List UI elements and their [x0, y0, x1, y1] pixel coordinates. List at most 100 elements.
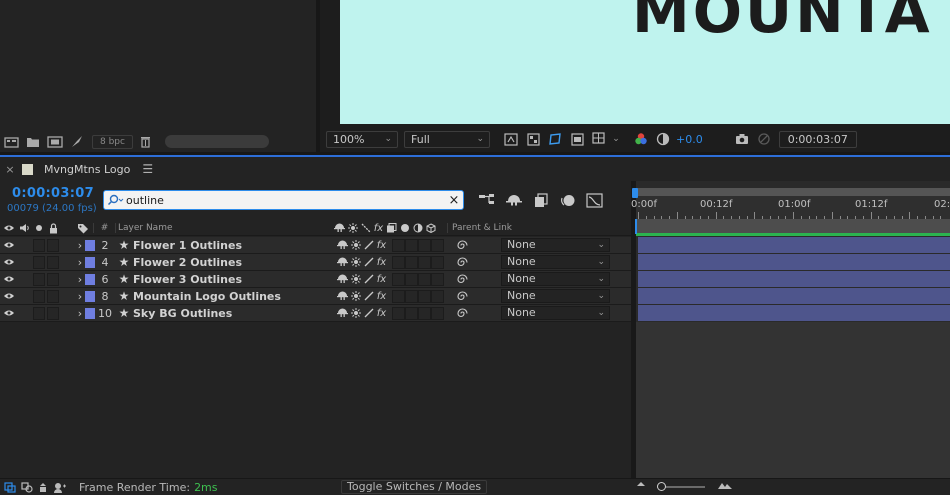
lock-toggle[interactable]: [47, 272, 59, 286]
layer-name[interactable]: Flower 2 Outlines: [133, 256, 336, 269]
parent-dropdown[interactable]: None ⌄: [501, 238, 610, 252]
shy-switch-icon[interactable]: [336, 308, 349, 318]
quality-icon[interactable]: [359, 223, 372, 233]
solo-toggle[interactable]: [32, 289, 45, 303]
shy-switch-icon[interactable]: [336, 274, 349, 284]
collapse-sun-icon[interactable]: [349, 257, 362, 267]
motion-blur-toggle[interactable]: [405, 289, 418, 303]
new-composition-icon[interactable]: [46, 134, 64, 150]
channels-icon[interactable]: [630, 130, 652, 148]
shy-switch-icon[interactable]: [333, 223, 346, 233]
composition-canvas[interactable]: MOUNTA: [340, 0, 950, 124]
close-icon[interactable]: ×: [0, 163, 20, 176]
render-time-icon[interactable]: [51, 482, 69, 493]
region-of-interest-icon[interactable]: [566, 130, 588, 148]
layer-name-column-header[interactable]: Layer Name: [115, 223, 333, 233]
motion-blur-toggle[interactable]: [405, 272, 418, 286]
3d-toggle[interactable]: [431, 272, 444, 286]
motion-blur-icon[interactable]: [557, 190, 578, 210]
motion-blur-toggle[interactable]: [405, 255, 418, 269]
time-ruler[interactable]: 0:00f 00:12f 01:00f 01:12f 02:: [631, 196, 950, 219]
fx-icon[interactable]: fx: [375, 274, 388, 285]
collapse-sun-icon[interactable]: [349, 308, 362, 318]
parent-dropdown[interactable]: None ⌄: [501, 255, 610, 269]
frame-blend-toggle[interactable]: [392, 272, 405, 286]
expand-chevron-icon[interactable]: ›: [75, 273, 85, 286]
3d-toggle[interactable]: [431, 255, 444, 269]
adjustment-layer-icon[interactable]: [411, 223, 424, 233]
zoom-dropdown[interactable]: 100% ⌄: [326, 130, 398, 148]
solo-toggle[interactable]: [32, 272, 45, 286]
solo-dot-icon[interactable]: [31, 224, 46, 232]
toggle-switches-modes-button[interactable]: Toggle Switches / Modes: [341, 480, 488, 494]
shy-switch-icon[interactable]: [336, 240, 349, 250]
number-column-header[interactable]: #: [93, 223, 115, 233]
project-scrollbar[interactable]: [164, 135, 269, 148]
exposure-value[interactable]: +0.0: [676, 133, 703, 146]
layer-row[interactable]: › 10 ★ Sky BG Outlines fx None ⌄: [0, 305, 631, 322]
pick-whip-icon[interactable]: [454, 256, 470, 268]
layer-label-color[interactable]: [85, 239, 95, 251]
adjustment-toggle[interactable]: [418, 289, 431, 303]
lock-toggle[interactable]: [47, 289, 59, 303]
layer-label-color[interactable]: [85, 273, 95, 285]
current-timecode[interactable]: 0:00:03:07: [12, 186, 94, 201]
reset-exposure-icon[interactable]: [652, 130, 674, 148]
mask-path-visibility-icon[interactable]: [544, 130, 566, 148]
expand-chevron-icon[interactable]: ›: [75, 290, 85, 303]
time-navigator[interactable]: [636, 188, 950, 196]
pick-whip-icon[interactable]: [454, 290, 470, 302]
clear-search-icon[interactable]: ×: [445, 193, 463, 208]
quality-slash-icon[interactable]: [362, 291, 375, 301]
parent-dropdown[interactable]: None ⌄: [501, 272, 610, 286]
collapse-sun-icon[interactable]: [349, 291, 362, 301]
comp-flowchart-icon[interactable]: [476, 190, 497, 210]
zoom-slider-knob[interactable]: [657, 482, 666, 491]
layer-duration-bar[interactable]: [638, 305, 950, 321]
fx-icon[interactable]: fx: [375, 257, 388, 268]
fx-icon[interactable]: fx: [375, 291, 388, 302]
fx-icon[interactable]: fx: [375, 308, 388, 319]
motion-blur-switch-icon[interactable]: [398, 223, 411, 233]
adjustment-toggle[interactable]: [418, 238, 431, 252]
visibility-eye-icon[interactable]: [1, 241, 17, 249]
layer-name[interactable]: Flower 3 Outlines: [133, 273, 336, 286]
collapse-sun-icon[interactable]: [349, 240, 362, 250]
zoom-in-icon[interactable]: [716, 480, 734, 490]
motion-blur-toggle[interactable]: [405, 306, 418, 320]
lock-toggle[interactable]: [47, 238, 59, 252]
timeline-graph[interactable]: 0:00f 00:12f 01:00f 01:12f 02:: [631, 181, 950, 478]
lock-icon[interactable]: [46, 222, 60, 234]
new-folder-icon[interactable]: [24, 134, 42, 150]
3d-toggle[interactable]: [431, 289, 444, 303]
layer-name[interactable]: Sky BG Outlines: [133, 307, 336, 320]
shy-layers-icon[interactable]: [503, 190, 524, 210]
trash-icon[interactable]: [137, 134, 155, 150]
layer-row[interactable]: › 8 ★ Mountain Logo Outlines fx None ⌄: [0, 288, 631, 305]
frame-blend-toggle[interactable]: [392, 289, 405, 303]
grid-guides-icon[interactable]: [588, 130, 610, 148]
bit-depth-button[interactable]: 8 bpc: [92, 134, 133, 149]
lock-toggle[interactable]: [47, 306, 59, 320]
timeline-tab[interactable]: × MvngMtns Logo ☰: [0, 157, 950, 181]
audio-speaker-icon[interactable]: [17, 223, 31, 233]
3d-layer-icon[interactable]: [424, 223, 437, 233]
layer-row[interactable]: › 2 ★ Flower 1 Outlines fx None ⌄: [0, 237, 631, 254]
transparency-grid-icon[interactable]: [522, 130, 544, 148]
render-queue-icon[interactable]: [68, 134, 86, 150]
tab-title[interactable]: MvngMtns Logo: [44, 163, 130, 176]
pick-whip-icon[interactable]: [454, 273, 470, 285]
collapse-sun-icon[interactable]: [346, 223, 359, 233]
frame-blend-switch-icon[interactable]: [385, 223, 398, 233]
quality-slash-icon[interactable]: [362, 274, 375, 284]
adjustment-toggle[interactable]: [418, 306, 431, 320]
adjustment-toggle[interactable]: [418, 272, 431, 286]
video-switch-eye-icon[interactable]: [1, 224, 17, 232]
timeline-empty-area[interactable]: [636, 322, 950, 478]
in-out-panel-icon[interactable]: [35, 482, 51, 493]
3d-toggle[interactable]: [431, 238, 444, 252]
adjustment-toggle[interactable]: [418, 255, 431, 269]
frame-blend-toggle[interactable]: [392, 255, 405, 269]
lock-toggle[interactable]: [47, 255, 59, 269]
zoom-out-icon[interactable]: [634, 480, 648, 488]
